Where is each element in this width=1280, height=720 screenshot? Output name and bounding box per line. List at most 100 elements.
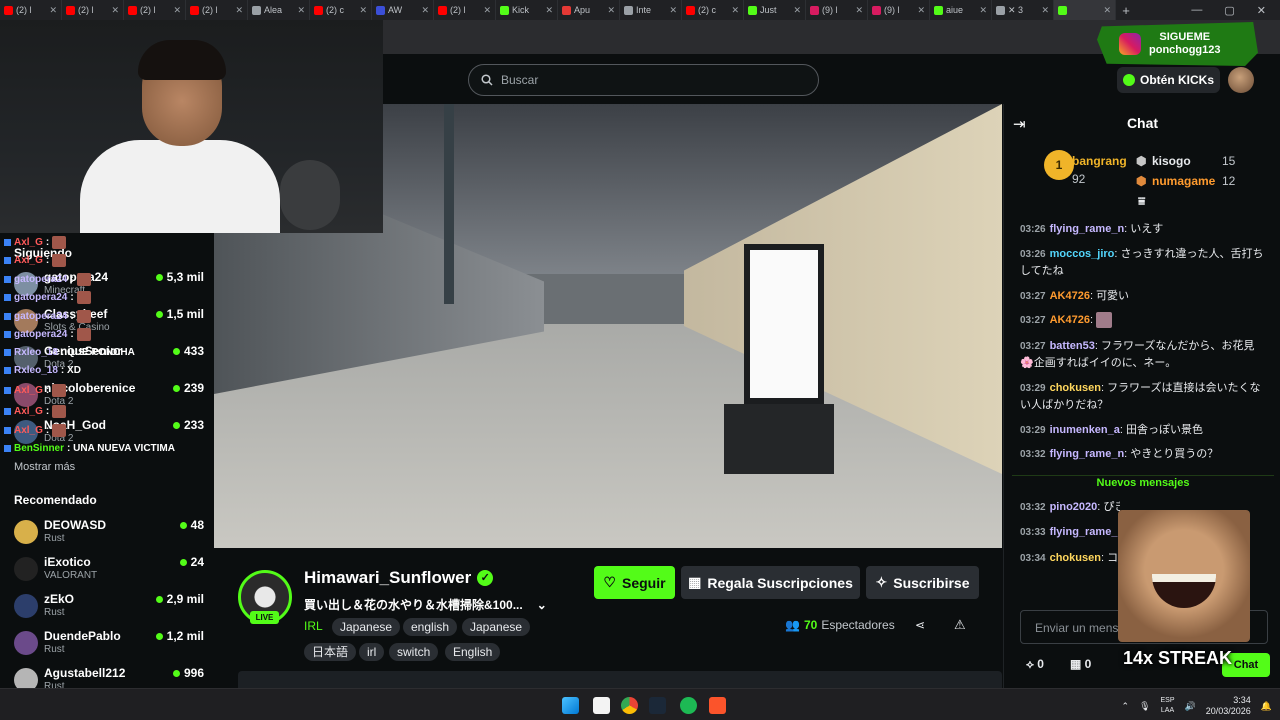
chat-message-user[interactable]: flying_rame_n xyxy=(1050,223,1125,235)
close-tab-icon[interactable]: ✕ xyxy=(483,5,491,16)
stream-tag[interactable]: Japanese xyxy=(462,618,531,636)
stream-tag[interactable]: english xyxy=(403,618,458,636)
channel-name[interactable]: Himawari_Sunflower ✓ xyxy=(304,568,494,588)
browser-tab[interactable]: (2) l ✕ xyxy=(434,0,496,20)
chevron-down-icon[interactable]: ⌄ xyxy=(537,598,547,612)
overlay-chat-line: Rxleo_18: XD xyxy=(4,365,81,376)
new-tab-button[interactable]: + xyxy=(1116,3,1136,18)
search-input[interactable]: Buscar xyxy=(468,64,819,96)
follow-button[interactable]: ♡ Seguir xyxy=(594,566,675,599)
warning-icon[interactable]: ⚠ xyxy=(954,617,966,633)
stream-tag[interactable]: Japanese xyxy=(332,618,401,636)
close-tab-icon[interactable]: ✕ xyxy=(173,5,181,16)
volume-icon[interactable]: 🔊 xyxy=(1185,701,1196,712)
sidebar-channel-item[interactable]: DEOWASD Rust 48 xyxy=(14,518,204,552)
browser-tab[interactable]: ✕ 3 ✕ xyxy=(992,0,1054,20)
user-avatar[interactable] xyxy=(1228,67,1254,93)
close-tab-icon[interactable]: ✕ xyxy=(359,5,367,16)
chat-message-user[interactable]: AK4726 xyxy=(1050,314,1090,326)
browser-tab[interactable]: (9) l ✕ xyxy=(868,0,930,20)
close-tab-icon[interactable]: ✕ xyxy=(297,5,305,16)
minimize-button[interactable]: — xyxy=(1191,4,1202,17)
stream-tag[interactable]: English xyxy=(445,643,501,661)
browser-tab[interactable]: (2) l ✕ xyxy=(186,0,248,20)
get-kicks-button[interactable]: Obtén KICKs xyxy=(1117,67,1220,93)
browser-tab[interactable]: (9) l ✕ xyxy=(806,0,868,20)
stream-tag[interactable]: 日本語 xyxy=(304,643,357,661)
tab-favicon-icon xyxy=(996,5,1005,15)
stream-category[interactable]: IRL xyxy=(304,619,323,633)
browser-tab[interactable]: Alea ✕ xyxy=(248,0,310,20)
subscribe-button[interactable]: ✧ Suscribirse xyxy=(866,566,979,599)
close-window-button[interactable]: ✕ xyxy=(1257,4,1266,17)
browser-tab[interactable]: Kick ✕ xyxy=(496,0,558,20)
browser-tab[interactable]: AW ✕ xyxy=(372,0,434,20)
brave-icon[interactable] xyxy=(709,697,726,714)
share-icon[interactable]: ⋖ xyxy=(915,618,925,632)
tray-chevron-icon[interactable]: ⌃ xyxy=(1122,701,1130,712)
close-tab-icon[interactable]: ✕ xyxy=(607,5,615,16)
close-tab-icon[interactable]: ✕ xyxy=(545,5,553,16)
leaderboard-user-2[interactable]: kisogo xyxy=(1152,154,1191,168)
chat-message-user[interactable]: moccos_jiro xyxy=(1050,248,1115,260)
chat-message-user[interactable]: inumenken_a xyxy=(1050,424,1120,436)
leaderboard-user-3[interactable]: numagame xyxy=(1152,174,1215,188)
expand-leaderboard-icon[interactable]: ⩸ xyxy=(1138,194,1145,209)
browser-tab[interactable]: (2) l ✕ xyxy=(62,0,124,20)
sidebar-channel-item[interactable]: DuendePablo Rust 1,2 mil xyxy=(14,629,204,663)
chat-message-user[interactable]: pino2020 xyxy=(1050,501,1098,513)
close-tab-icon[interactable]: ✕ xyxy=(235,5,243,16)
browser-tab[interactable]: (2) c ✕ xyxy=(310,0,372,20)
stream-tag[interactable]: irl xyxy=(359,643,385,661)
browser-tab[interactable]: Apu ✕ xyxy=(558,0,620,20)
kicks-balance[interactable]: ⟡ 0 xyxy=(1026,657,1044,672)
close-tab-icon[interactable]: ✕ xyxy=(421,5,429,16)
browser-tab[interactable]: ✕ xyxy=(1054,0,1116,20)
sidebar-channel-item[interactable]: iExotico VALORANT 24 xyxy=(14,555,204,589)
close-tab-icon[interactable]: ✕ xyxy=(1041,5,1049,16)
gift-subs-button[interactable]: ▦ Regala Suscripciones xyxy=(681,566,860,599)
show-more-link[interactable]: Mostrar más xyxy=(14,461,75,473)
close-tab-icon[interactable]: ✕ xyxy=(111,5,119,16)
close-tab-icon[interactable]: ✕ xyxy=(979,5,987,16)
chat-message-user[interactable]: batten53 xyxy=(1050,340,1095,352)
browser-tab[interactable]: (2) l ✕ xyxy=(0,0,62,20)
steam-icon[interactable] xyxy=(649,697,666,714)
close-tab-icon[interactable]: ✕ xyxy=(49,5,57,16)
chat-message: 03:32 flying_rame_n: やきとり買うの？ xyxy=(1020,446,1266,463)
new-messages-divider[interactable]: Nuevos mensajes xyxy=(1012,475,1274,490)
close-tab-icon[interactable]: ✕ xyxy=(917,5,925,16)
close-tab-icon[interactable]: ✕ xyxy=(855,5,863,16)
chat-message-user[interactable]: flying_rame_n xyxy=(1050,448,1125,460)
language-indicator[interactable]: ESP LAA xyxy=(1161,696,1175,716)
stream-tag[interactable]: switch xyxy=(389,643,439,661)
chat-message-user[interactable]: chokusen xyxy=(1050,552,1101,564)
close-tab-icon[interactable]: ✕ xyxy=(731,5,739,16)
chrome-icon[interactable] xyxy=(621,697,638,714)
chat-message-user[interactable]: AK4726 xyxy=(1050,290,1090,302)
subscribe-label: Suscribirse xyxy=(893,574,970,591)
notification-icon[interactable]: 🔔 xyxy=(1261,701,1272,712)
browser-tab[interactable]: (2) c ✕ xyxy=(682,0,744,20)
close-tab-icon[interactable]: ✕ xyxy=(669,5,677,16)
leaderboard-user-1[interactable]: bangrang xyxy=(1072,154,1127,168)
start-icon[interactable] xyxy=(562,697,579,714)
overlay-chat-line: Axl_G: xyxy=(4,384,67,397)
microphone-icon[interactable]: 🎙 xyxy=(1139,701,1150,712)
close-tab-icon[interactable]: ✕ xyxy=(793,5,801,16)
browser-tab[interactable]: Just ✕ xyxy=(744,0,806,20)
spotify-icon[interactable] xyxy=(680,697,697,714)
close-tab-icon[interactable]: ✕ xyxy=(1103,5,1111,16)
chat-message-user[interactable]: chokusen xyxy=(1050,382,1101,394)
chat-message-user[interactable]: flying_rame_ xyxy=(1050,526,1118,538)
clock[interactable]: 3:34 20/03/2026 xyxy=(1206,695,1251,717)
browser-tab[interactable]: aiue ✕ xyxy=(930,0,992,20)
sidebar-channel-item[interactable]: zEkO Rust 2,9 mil xyxy=(14,592,204,626)
browser-tab[interactable]: (2) l ✕ xyxy=(124,0,186,20)
browser-tab[interactable]: Inte ✕ xyxy=(620,0,682,20)
gifts-balance[interactable]: ▦ 0 xyxy=(1070,657,1091,672)
notepad-icon[interactable] xyxy=(593,697,610,714)
channel-viewers: 5,3 mil xyxy=(155,270,204,284)
overlay-chat-user: BenSinner xyxy=(14,443,65,454)
maximize-button[interactable]: ▢ xyxy=(1224,4,1234,17)
